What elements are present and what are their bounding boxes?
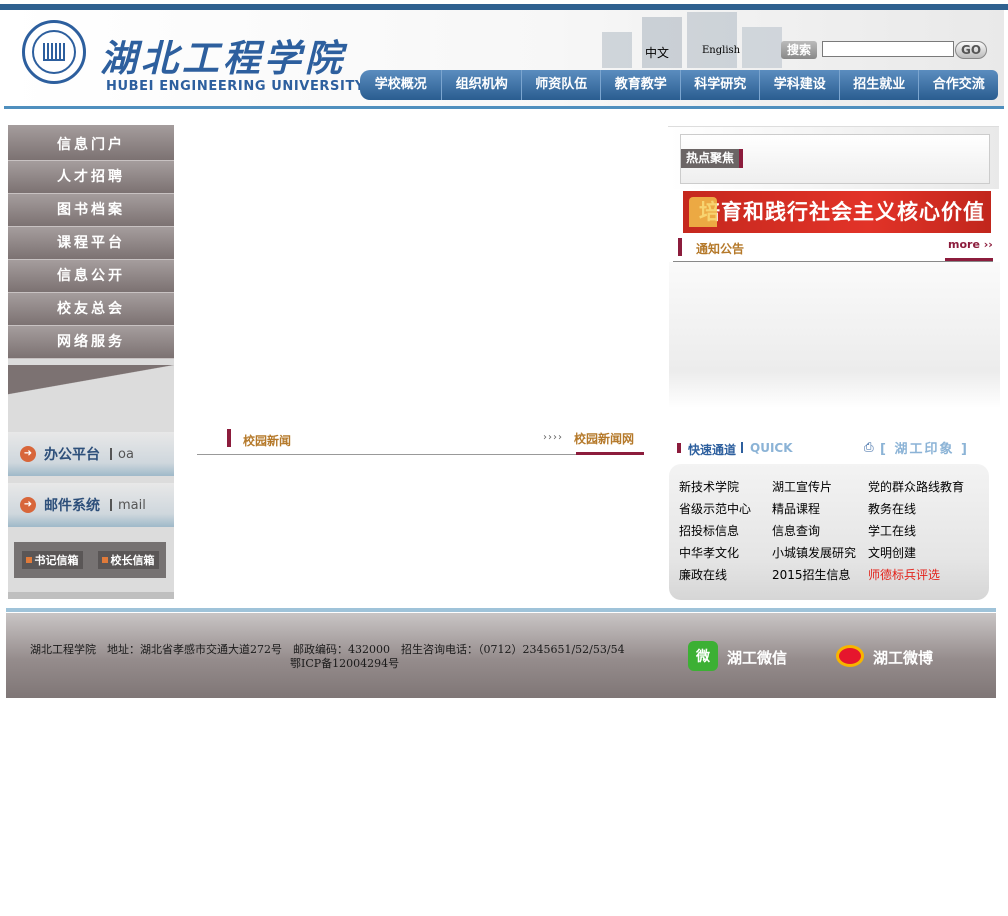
oa-platform-en: oa	[118, 446, 134, 462]
school-name-cn: 湖北工程学院	[100, 36, 346, 80]
quick-link[interactable]: 中华孝文化	[679, 544, 739, 561]
wechat-link[interactable]: 湖工微信	[727, 647, 787, 668]
oa-platform-label: 办公平台	[44, 447, 100, 463]
quick-access-title: 快速通道	[688, 443, 737, 457]
left-menu: 信息门户 人才招聘 图书档案 课程平台 信息公开 校友总会 网络服务	[8, 125, 174, 359]
nav-item-research[interactable]: 科学研究	[679, 70, 760, 100]
mail-system-en: mail	[118, 497, 146, 513]
quick-link[interactable]: 新技术学院	[679, 478, 739, 495]
quick-link-highlighted[interactable]: 师德标兵评选	[868, 566, 940, 583]
campus-news-site-link[interactable]: 校园新闻网	[574, 430, 634, 447]
footer-icp[interactable]: 鄂ICP备12004294号	[290, 655, 399, 671]
building-silhouette	[602, 12, 782, 68]
quick-link[interactable]: 精品课程	[772, 500, 820, 517]
left-menu-item-recruitment[interactable]: 人才招聘	[8, 161, 174, 194]
left-menu-item-alumni[interactable]: 校友总会	[8, 293, 174, 326]
campus-news-title: 校园新闻	[243, 434, 292, 448]
core-values-banner[interactable]: 培育和践行社会主义核心价值观	[683, 191, 991, 266]
link-underline	[945, 258, 993, 261]
section-marker	[227, 429, 231, 447]
secretary-mailbox-link[interactable]: 书记信箱	[21, 551, 83, 569]
nav-item-education[interactable]: 教育教学	[600, 70, 680, 100]
campus-impression-link[interactable]: [ 湖工印象 ]	[880, 438, 969, 457]
separator	[110, 499, 112, 511]
nav-item-overview[interactable]: 学校概况	[360, 70, 441, 100]
quick-link[interactable]: 小城镇发展研究	[772, 544, 856, 561]
notice-title: 通知公告	[696, 242, 745, 256]
oa-platform-link[interactable]: ➜ 办公平台 oa	[8, 432, 174, 476]
president-mailbox-link[interactable]: 校长信箱	[97, 551, 159, 569]
search-label: 搜索	[781, 41, 817, 59]
bullet-icon	[25, 557, 32, 563]
mailboxes: 书记信箱 校长信箱	[14, 542, 166, 578]
wechat-icon[interactable]: 微	[688, 641, 718, 671]
school-name-en: HUBEI ENGINEERING UNIVERSITY	[106, 79, 365, 94]
school-logo[interactable]	[22, 20, 86, 84]
hot-focus-title: 热点聚焦	[681, 149, 743, 168]
left-menu-item-courses[interactable]: 课程平台	[8, 227, 174, 260]
nav-item-faculty[interactable]: 师资队伍	[520, 70, 601, 100]
footer-divider	[6, 608, 996, 612]
camera-icon: ⎙	[864, 440, 874, 454]
notice-more-link[interactable]: more ››	[948, 238, 993, 251]
quick-link[interactable]: 文明创建	[868, 544, 916, 561]
link-underline	[576, 452, 644, 455]
header-divider	[4, 106, 1004, 109]
quick-link[interactable]: 信息查询	[772, 522, 820, 539]
separator	[110, 448, 112, 460]
search-input[interactable]	[822, 41, 954, 57]
sidebar-decoration	[8, 365, 174, 400]
quick-link[interactable]: 教务在线	[868, 500, 916, 517]
notice-list	[669, 262, 1000, 408]
search-go-button[interactable]: GO	[955, 41, 987, 59]
secretary-mailbox-label: 书记信箱	[34, 554, 79, 567]
lang-english-link[interactable]: English	[702, 45, 740, 56]
quick-access-en: QUICK	[750, 441, 793, 455]
arrow-right-icon: ➜	[20, 446, 36, 462]
quick-link[interactable]: 廉政在线	[679, 566, 727, 583]
lang-chinese-link[interactable]: 中文	[645, 44, 669, 61]
quick-link[interactable]: 学工在线	[868, 522, 916, 539]
nav-item-admissions[interactable]: 招生就业	[838, 70, 919, 100]
left-menu-item-portal[interactable]: 信息门户	[8, 125, 174, 161]
president-mailbox-label: 校长信箱	[110, 554, 155, 567]
arrow-right-icon: ➜	[20, 497, 36, 513]
quick-link[interactable]: 省级示范中心	[679, 500, 751, 517]
separator	[741, 442, 743, 453]
quick-link[interactable]: 党的群众路线教育	[868, 478, 964, 495]
weibo-icon[interactable]	[834, 641, 866, 671]
left-menu-item-network[interactable]: 网络服务	[8, 326, 174, 359]
nav-item-disciplines[interactable]: 学科建设	[759, 70, 839, 100]
mail-system-label: 邮件系统	[44, 498, 100, 514]
left-menu-item-library[interactable]: 图书档案	[8, 194, 174, 227]
arrows-icon: ››››	[543, 432, 563, 443]
mail-system-link[interactable]: ➜ 邮件系统 mail	[8, 483, 174, 527]
section-marker	[678, 238, 682, 256]
flag-icon	[689, 197, 717, 227]
section-marker	[677, 443, 681, 453]
quick-link[interactable]: 湖工宣传片	[772, 478, 832, 495]
bullet-icon	[101, 557, 108, 563]
quick-link[interactable]: 2015招生信息	[772, 566, 851, 583]
weibo-link[interactable]: 湖工微博	[873, 647, 933, 668]
quick-link[interactable]: 招投标信息	[679, 522, 739, 539]
nav-item-cooperation[interactable]: 合作交流	[918, 70, 998, 100]
main-nav: 学校概况 组织机构 师资队伍 教育教学 科学研究 学科建设 招生就业 合作交流	[360, 70, 998, 100]
left-menu-item-disclosure[interactable]: 信息公开	[8, 260, 174, 293]
sidebar-bottom	[8, 592, 174, 599]
nav-item-organization[interactable]: 组织机构	[441, 70, 521, 100]
